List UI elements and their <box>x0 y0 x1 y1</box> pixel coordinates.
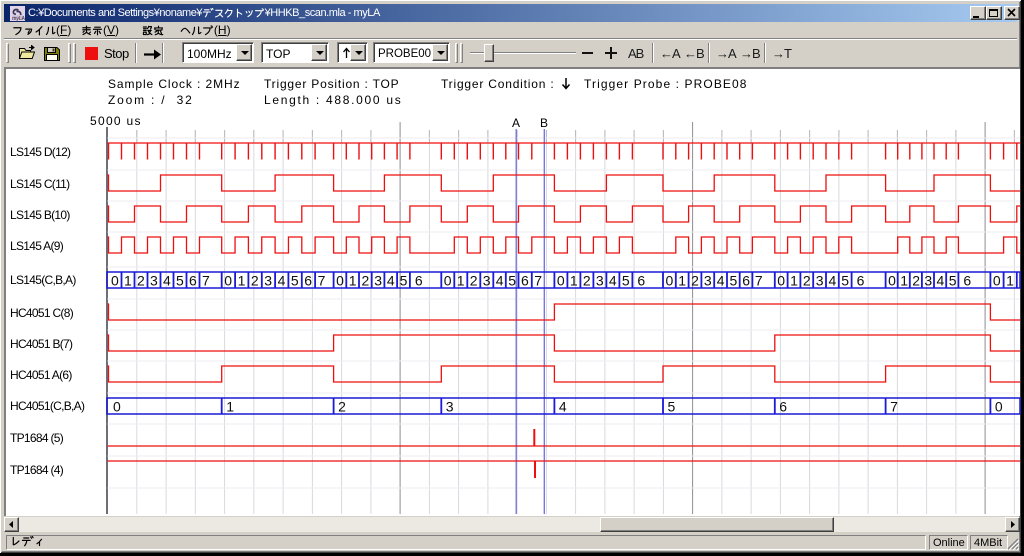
svg-text:4: 4 <box>559 399 567 415</box>
svg-text:2: 2 <box>470 273 478 289</box>
svg-text:4: 4 <box>829 273 837 289</box>
svg-text:1: 1 <box>570 273 578 289</box>
svg-text:4: 4 <box>496 273 504 289</box>
svg-text:0: 0 <box>777 273 785 289</box>
svg-text:3: 3 <box>704 273 712 289</box>
svg-text:0: 0 <box>666 273 674 289</box>
svg-text:3: 3 <box>264 273 272 289</box>
svg-text:4: 4 <box>937 273 945 289</box>
svg-text:6: 6 <box>189 273 197 289</box>
svg-text:5: 5 <box>508 273 516 289</box>
svg-text:0: 0 <box>113 399 121 415</box>
svg-text:3: 3 <box>924 273 932 289</box>
svg-text:5: 5 <box>622 273 630 289</box>
svg-text:7: 7 <box>534 273 542 289</box>
svg-text:5: 5 <box>730 273 738 289</box>
svg-text:1: 1 <box>1006 273 1014 289</box>
svg-text:3: 3 <box>816 273 824 289</box>
svg-text:0: 0 <box>995 399 1003 415</box>
svg-text:5: 5 <box>841 273 849 289</box>
svg-text:6: 6 <box>415 273 423 289</box>
svg-text:2: 2 <box>362 273 370 289</box>
svg-text:1: 1 <box>790 273 798 289</box>
svg-text:0: 0 <box>557 273 565 289</box>
svg-text:6: 6 <box>963 273 971 289</box>
svg-text:6: 6 <box>742 273 750 289</box>
svg-text:7: 7 <box>202 273 210 289</box>
svg-text:7: 7 <box>318 273 326 289</box>
svg-text:1: 1 <box>457 273 465 289</box>
svg-text:1: 1 <box>900 273 908 289</box>
svg-text:3: 3 <box>150 273 158 289</box>
svg-text:7: 7 <box>890 399 898 415</box>
svg-text:5: 5 <box>668 399 676 415</box>
svg-text:4: 4 <box>387 273 395 289</box>
svg-text:2: 2 <box>251 273 259 289</box>
svg-text:2: 2 <box>338 399 346 415</box>
svg-text:6: 6 <box>304 273 312 289</box>
svg-text:3: 3 <box>596 273 604 289</box>
svg-text:5: 5 <box>291 273 299 289</box>
svg-text:4: 4 <box>717 273 725 289</box>
svg-text:1: 1 <box>238 273 246 289</box>
svg-text:0: 0 <box>888 273 896 289</box>
svg-text:2: 2 <box>912 273 920 289</box>
svg-text:4: 4 <box>163 273 171 289</box>
svg-text:6: 6 <box>521 273 529 289</box>
svg-text:0: 0 <box>993 273 1001 289</box>
svg-text:1: 1 <box>678 273 686 289</box>
svg-text:3: 3 <box>374 273 382 289</box>
svg-text:1: 1 <box>226 399 234 415</box>
svg-text:2: 2 <box>803 273 811 289</box>
svg-text:4: 4 <box>609 273 617 289</box>
svg-text:1: 1 <box>124 273 132 289</box>
svg-text:2: 2 <box>583 273 591 289</box>
svg-text:0: 0 <box>111 273 119 289</box>
svg-text:4: 4 <box>278 273 286 289</box>
svg-text:1: 1 <box>349 273 357 289</box>
svg-text:0: 0 <box>336 273 344 289</box>
svg-text:3: 3 <box>446 399 454 415</box>
svg-text:0: 0 <box>444 273 452 289</box>
svg-text:2: 2 <box>137 273 145 289</box>
svg-text:5: 5 <box>400 273 408 289</box>
svg-text:6: 6 <box>779 399 787 415</box>
svg-text:5: 5 <box>176 273 184 289</box>
svg-text:6: 6 <box>637 273 645 289</box>
svg-text:7: 7 <box>755 273 763 289</box>
svg-text:6: 6 <box>857 273 865 289</box>
svg-text:2: 2 <box>691 273 699 289</box>
svg-text:0: 0 <box>224 273 232 289</box>
svg-text:3: 3 <box>483 273 491 289</box>
svg-text:5: 5 <box>949 273 957 289</box>
